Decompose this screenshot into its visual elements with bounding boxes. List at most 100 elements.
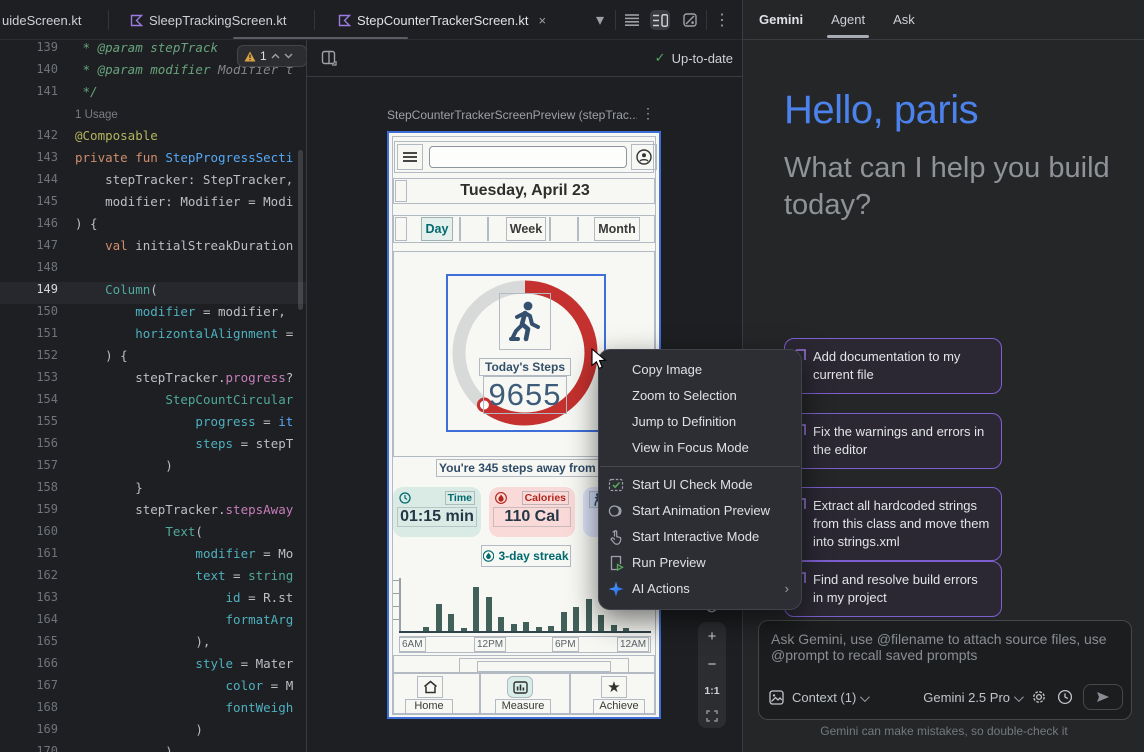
editor-scrollbar[interactable]	[298, 150, 303, 310]
code-line[interactable]: 159 stepTracker.stepsAway	[0, 502, 306, 524]
menu-item-copy-image[interactable]: Copy Image	[599, 357, 801, 383]
chart-bar	[561, 612, 567, 632]
code-line[interactable]: 162 text = string	[0, 568, 306, 590]
nav-label-measure[interactable]: Measure	[495, 699, 551, 714]
tab-stepcountertrackerscreen[interactable]: StepCounterTrackerScreen.kt ×	[338, 0, 546, 40]
achieve-star-icon[interactable]: ★	[601, 676, 627, 698]
tab-label: StepCounterTrackerScreen.kt	[357, 13, 528, 28]
tab-guidescreen[interactable]: uideScreen.kt	[2, 0, 82, 40]
code-line[interactable]: 165 ),	[0, 634, 306, 656]
attach-image-icon[interactable]	[769, 690, 784, 705]
close-icon[interactable]: ×	[538, 13, 546, 28]
menu-item-jump-to-definition[interactable]: Jump to Definition	[599, 409, 801, 435]
code-line[interactable]: 167 color = M	[0, 678, 306, 700]
code-editor[interactable]: 139 * @param stepTrack140 * @param modif…	[0, 40, 306, 752]
menu-item-start-animation-preview[interactable]: Start Animation Preview	[599, 498, 801, 524]
context-selector[interactable]: Context (1)	[792, 690, 867, 705]
tab-scroll-indicator[interactable]	[233, 37, 408, 39]
code-line[interactable]: 170 )	[0, 744, 306, 752]
code-line[interactable]: 158 }	[0, 480, 306, 502]
period-tab-week[interactable]: Week	[506, 217, 546, 241]
code-line[interactable]: 149 Column(	[0, 282, 306, 304]
code-line[interactable]: 152 ) {	[0, 348, 306, 370]
line-number: 161	[0, 546, 66, 568]
code-line[interactable]: 148	[0, 260, 306, 282]
period-tab-month[interactable]: Month	[594, 217, 640, 241]
send-button[interactable]	[1083, 684, 1123, 710]
tab-ask[interactable]: Ask	[893, 0, 915, 40]
chevron-down-icon[interactable]: ▾	[590, 10, 610, 30]
date-nav-box[interactable]	[395, 180, 407, 202]
code-line[interactable]: 147 val initialStreakDuration	[0, 238, 306, 260]
nav-label-home[interactable]: Home	[405, 699, 453, 714]
gear-icon[interactable]	[1031, 689, 1047, 705]
account-icon[interactable]	[631, 144, 657, 170]
y-axis-line	[399, 578, 401, 632]
code-line[interactable]: 1 Usage	[0, 106, 306, 128]
menu-item-start-interactive-mode[interactable]: Start Interactive Mode	[599, 524, 801, 550]
inspection-widget[interactable]: 1	[237, 45, 307, 67]
history-clock-icon[interactable]	[1057, 689, 1073, 705]
code-line[interactable]: 156 steps = stepT	[0, 436, 306, 458]
code-line[interactable]: 157 )	[0, 458, 306, 480]
preview-layout-icon[interactable]	[321, 50, 337, 66]
code-line[interactable]: 169 )	[0, 722, 306, 744]
stat-card-calories[interactable]: Calories 110 Cal	[489, 487, 575, 537]
zoom-in-button[interactable]: +	[708, 629, 717, 644]
zoom-fit-icon[interactable]	[706, 710, 718, 722]
code-line[interactable]: 163 id = R.st	[0, 590, 306, 612]
code-line[interactable]: 144 stepTracker: StepTracker,	[0, 172, 306, 194]
menu-item-run-preview[interactable]: Run Preview	[599, 550, 801, 576]
tab-agent[interactable]: Agent	[831, 0, 865, 40]
code-line[interactable]: 155 progress = it	[0, 414, 306, 436]
menu-item-start-ui-check-mode[interactable]: Start UI Check Mode	[599, 472, 801, 498]
zoom-out-button[interactable]: −	[708, 657, 717, 672]
code-line[interactable]: 160 Text(	[0, 524, 306, 546]
period-tab-day[interactable]: Day	[421, 217, 453, 241]
nav-label-achieve[interactable]: Achieve	[593, 699, 645, 714]
prompt-input[interactable]	[771, 631, 1121, 683]
code-line[interactable]: 161 modifier = Mo	[0, 546, 306, 568]
code-line[interactable]: 145 modifier: Modifier = Modi	[0, 194, 306, 216]
code-line[interactable]: 142@Composable	[0, 128, 306, 150]
home-icon[interactable]	[417, 676, 443, 698]
code-text: modifier = modifier,	[66, 304, 286, 326]
prev-warning-icon[interactable]	[271, 53, 280, 59]
code-line[interactable]: 150 modifier = modifier,	[0, 304, 306, 326]
next-warning-icon[interactable]	[284, 53, 293, 59]
zoom-actual-button[interactable]: 1:1	[704, 685, 719, 697]
code-line[interactable]: 141 */	[0, 84, 306, 106]
suggestion-card[interactable]: Find and resolve build errors in my proj…	[784, 561, 1002, 617]
code-line[interactable]: 143private fun StepProgressSecti	[0, 150, 306, 172]
gemini-input-box[interactable]: Context (1) Gemini 2.5 Pro	[758, 620, 1132, 720]
measure-chart-icon[interactable]	[507, 676, 533, 698]
menu-item-zoom-to-selection[interactable]: Zoom to Selection	[599, 383, 801, 409]
chart-bar	[448, 614, 454, 632]
suggestion-card[interactable]: Fix the warnings and errors in the edito…	[784, 413, 1002, 469]
preview-more-icon[interactable]: ⋮	[641, 105, 655, 122]
tab-label: SleepTrackingScreen.kt	[149, 13, 287, 28]
menu-item-ai-actions[interactable]: AI Actions›	[599, 576, 801, 602]
line-number: 140	[0, 62, 66, 84]
preview-title[interactable]: StepCounterTrackerScreenPreview (stepTra…	[387, 108, 637, 122]
code-line[interactable]: 151 horizontalAlignment =	[0, 326, 306, 348]
code-line[interactable]: 168 fontWeigh	[0, 700, 306, 722]
model-selector[interactable]: Gemini 2.5 Pro	[923, 690, 1021, 705]
suggestion-card[interactable]: Extract all hardcoded strings from this …	[784, 487, 1002, 561]
tab-sleeptrackingscreen[interactable]: SleepTrackingScreen.kt	[130, 0, 287, 40]
code-line[interactable]: 154 StepCountCircular	[0, 392, 306, 414]
code-line[interactable]: 166 style = Mater	[0, 656, 306, 678]
code-line[interactable]: 153 stepTracker.progress?	[0, 370, 306, 392]
list-view-icon[interactable]	[622, 10, 642, 30]
code-line[interactable]: 164 formatArg	[0, 612, 306, 634]
menu-item-label: View in Focus Mode	[632, 440, 749, 455]
code-line[interactable]: 146) {	[0, 216, 306, 238]
more-options-icon[interactable]: ⋮	[712, 10, 732, 30]
search-input[interactable]	[429, 146, 627, 168]
split-view-icon[interactable]	[650, 10, 670, 30]
suggestion-card[interactable]: Add documentation to my current file	[784, 338, 1002, 394]
stat-card-time[interactable]: Time 01:15 min	[393, 487, 481, 537]
menu-hamburger-icon[interactable]	[397, 144, 423, 170]
menu-item-view-in-focus-mode[interactable]: View in Focus Mode	[599, 435, 801, 461]
design-view-icon[interactable]	[680, 10, 700, 30]
